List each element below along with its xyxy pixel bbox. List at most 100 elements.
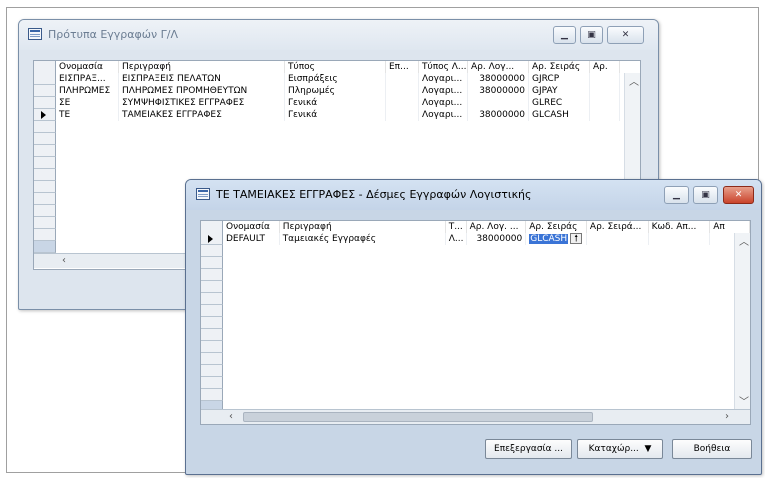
col-header-series-no[interactable]: Αρ. Σειράς	[529, 61, 590, 73]
col-header-type[interactable]: Τ...	[446, 221, 467, 233]
cell-account-no[interactable]	[468, 97, 529, 109]
cell-type[interactable]: Εισπράξεις	[285, 73, 386, 85]
edit-button[interactable]: Επεξεργασία ...	[485, 439, 572, 459]
col-header-account-no[interactable]: Αρ. Λογ...	[468, 61, 529, 73]
help-button[interactable]: Βοήθεια	[672, 439, 752, 459]
scroll-up-icon[interactable]: ︿	[739, 233, 749, 248]
cell-series-no[interactable]: GJPAY	[529, 85, 590, 97]
col-header-account-type[interactable]: Τύπος Λ...	[419, 61, 468, 73]
cell-ar[interactable]	[590, 109, 620, 121]
cell-account-no[interactable]: 38000000	[468, 73, 529, 85]
lookup-arrow-icon[interactable]: 🠕	[570, 233, 583, 244]
cell-series-no[interactable]: GJRCP	[529, 73, 590, 85]
empty-row[interactable]	[34, 157, 640, 169]
vertical-scrollbar[interactable]: ︿ ﹀	[734, 233, 750, 409]
table-row[interactable]: ΠΛΗΡΩΜΕΣ ΠΛΗΡΩΜΕΣ ΠΡΟΜΗΘΕΥΤΩΝ Πληρωμές Λ…	[34, 85, 640, 97]
cell-series-no[interactable]: GLREC	[529, 97, 590, 109]
cell-description[interactable]: Ταμειακές Εγγραφές	[280, 233, 446, 245]
title-bar[interactable]: ΤΕ ΤΑΜΕΙΑΚΕΣ ΕΓΓΡΑΦΕΣ - Δέσμες Εγγραφών …	[186, 180, 761, 210]
cell-description[interactable]: ΕΙΣΠΡΑΞΕΙΣ ΠΕΛΑΤΩΝ	[119, 73, 285, 85]
cell-ep[interactable]	[386, 73, 419, 85]
cell-name[interactable]: ΕΙΣΠΡΑΞ...	[56, 73, 119, 85]
cell-type[interactable]: Λ...	[446, 233, 467, 245]
cell-name[interactable]: ΤΕ	[56, 109, 119, 121]
empty-row[interactable]	[34, 121, 640, 133]
maximize-button[interactable]: ▣	[693, 186, 718, 204]
table-row-selected[interactable]: ΤΕ ΤΑΜΕΙΑΚΕΣ ΕΓΓΡΑΦΕΣ Γενικά Λογαρι... 3…	[34, 109, 640, 121]
cell-description[interactable]: ΣΥΜΨΗΦΙΣΤΙΚΕΣ ΕΓΓΡΑΦΕΣ	[119, 97, 285, 109]
cell-type[interactable]: Γενικά	[285, 97, 386, 109]
horizontal-scroll-thumb[interactable]	[243, 412, 593, 422]
empty-row[interactable]	[34, 145, 640, 157]
empty-row[interactable]	[201, 377, 750, 389]
empty-row[interactable]	[201, 269, 750, 281]
cell-name[interactable]: ΣΕ	[56, 97, 119, 109]
title-bar[interactable]: Πρότυπα Εγγραφών Γ/Λ ▁ ▣ ✕	[19, 20, 658, 50]
cell-account-type[interactable]: Λογαρι...	[419, 85, 468, 97]
close-button[interactable]: ✕	[723, 186, 754, 204]
horizontal-scrollbar[interactable]: ‹ ›	[201, 409, 750, 424]
empty-row[interactable]	[201, 389, 750, 401]
minimize-button[interactable]: ▁	[553, 26, 576, 44]
col-header-account-no[interactable]: Αρ. Λογ. ...	[467, 221, 527, 233]
scroll-down-icon[interactable]: ﹀	[739, 393, 749, 408]
scroll-left-icon[interactable]: ‹	[229, 411, 233, 422]
col-header-series-no[interactable]: Αρ. Σειράς	[526, 221, 587, 233]
empty-row[interactable]	[201, 293, 750, 305]
table-row[interactable]: ΕΙΣΠΡΑΞ... ΕΙΣΠΡΑΞΕΙΣ ΠΕΛΑΤΩΝ Εισπράξεις…	[34, 73, 640, 85]
empty-row[interactable]	[201, 257, 750, 269]
table-row[interactable]: ΣΕ ΣΥΜΨΗΦΙΣΤΙΚΕΣ ΕΓΓΡΑΦΕΣ Γενικά Λογαρι.…	[34, 97, 640, 109]
empty-row[interactable]	[201, 353, 750, 365]
empty-row[interactable]	[201, 329, 750, 341]
cell-name[interactable]: ΠΛΗΡΩΜΕΣ	[56, 85, 119, 97]
empty-row[interactable]	[201, 245, 750, 257]
col-header-series-no-2[interactable]: Αρ. Σειρά...	[587, 221, 649, 233]
empty-row[interactable]	[201, 365, 750, 377]
scroll-left-icon[interactable]: ‹	[62, 255, 66, 266]
col-header-description[interactable]: Περιγραφή	[119, 61, 285, 73]
cell-type[interactable]: Γενικά	[285, 109, 386, 121]
col-header-ap[interactable]: Απ	[710, 221, 750, 233]
empty-row[interactable]	[201, 317, 750, 329]
cell-code[interactable]	[649, 233, 711, 245]
close-button[interactable]: ✕	[607, 26, 644, 44]
series-no-value[interactable]: GLCASH	[529, 234, 569, 244]
table-row-selected[interactable]: DEFAULT Ταμειακές Εγγραφές Λ... 38000000…	[201, 233, 750, 245]
scroll-up-icon[interactable]: ︿	[629, 73, 639, 88]
cell-account-type[interactable]: Λογαρι...	[419, 109, 468, 121]
empty-row[interactable]	[201, 305, 750, 317]
col-header-ar[interactable]: Αρ.	[590, 61, 620, 73]
cell-series-no[interactable]: GLCASH 🠕	[526, 233, 587, 245]
col-header-name[interactable]: Ονομασία	[56, 61, 119, 73]
cell-ep[interactable]	[386, 109, 419, 121]
minimize-button[interactable]: ▁	[664, 186, 689, 204]
empty-row[interactable]	[201, 341, 750, 353]
cell-account-no[interactable]: 38000000	[468, 85, 529, 97]
cell-ar[interactable]	[590, 97, 620, 109]
cell-series-no-2[interactable]	[587, 233, 649, 245]
cell-ar[interactable]	[590, 85, 620, 97]
cell-account-type[interactable]: Λογαρι...	[419, 97, 468, 109]
empty-row[interactable]	[201, 281, 750, 293]
cell-ep[interactable]	[386, 97, 419, 109]
cell-series-no[interactable]: GLCASH	[529, 109, 590, 121]
cell-account-type[interactable]: Λογαρι...	[419, 73, 468, 85]
col-header-description[interactable]: Περιγραφή	[280, 221, 446, 233]
empty-row[interactable]	[34, 133, 640, 145]
scroll-right-icon[interactable]: ›	[725, 411, 729, 422]
col-header-type[interactable]: Τύπος	[285, 61, 386, 73]
cell-description[interactable]: ΠΛΗΡΩΜΕΣ ΠΡΟΜΗΘΕΥΤΩΝ	[119, 85, 285, 97]
col-header-name[interactable]: Ονομασία	[223, 221, 280, 233]
cell-description[interactable]: ΤΑΜΕΙΑΚΕΣ ΕΓΓΡΑΦΕΣ	[119, 109, 285, 121]
col-header-code[interactable]: Κωδ. Απ...	[649, 221, 711, 233]
cell-name[interactable]: DEFAULT	[223, 233, 280, 245]
col-header-ep[interactable]: Επ...	[386, 61, 419, 73]
cell-account-no[interactable]: 38000000	[467, 233, 527, 245]
cell-ep[interactable]	[386, 85, 419, 97]
register-menu-button[interactable]: Καταχώρ... ▼	[577, 439, 663, 459]
cell-type[interactable]: Πληρωμές	[285, 85, 386, 97]
grid-header: Ονομασία Περιγραφή Τύπος Επ... Τύπος Λ..…	[34, 61, 640, 73]
maximize-button[interactable]: ▣	[580, 26, 603, 44]
cell-account-no[interactable]: 38000000	[468, 109, 529, 121]
cell-ar[interactable]	[590, 73, 620, 85]
